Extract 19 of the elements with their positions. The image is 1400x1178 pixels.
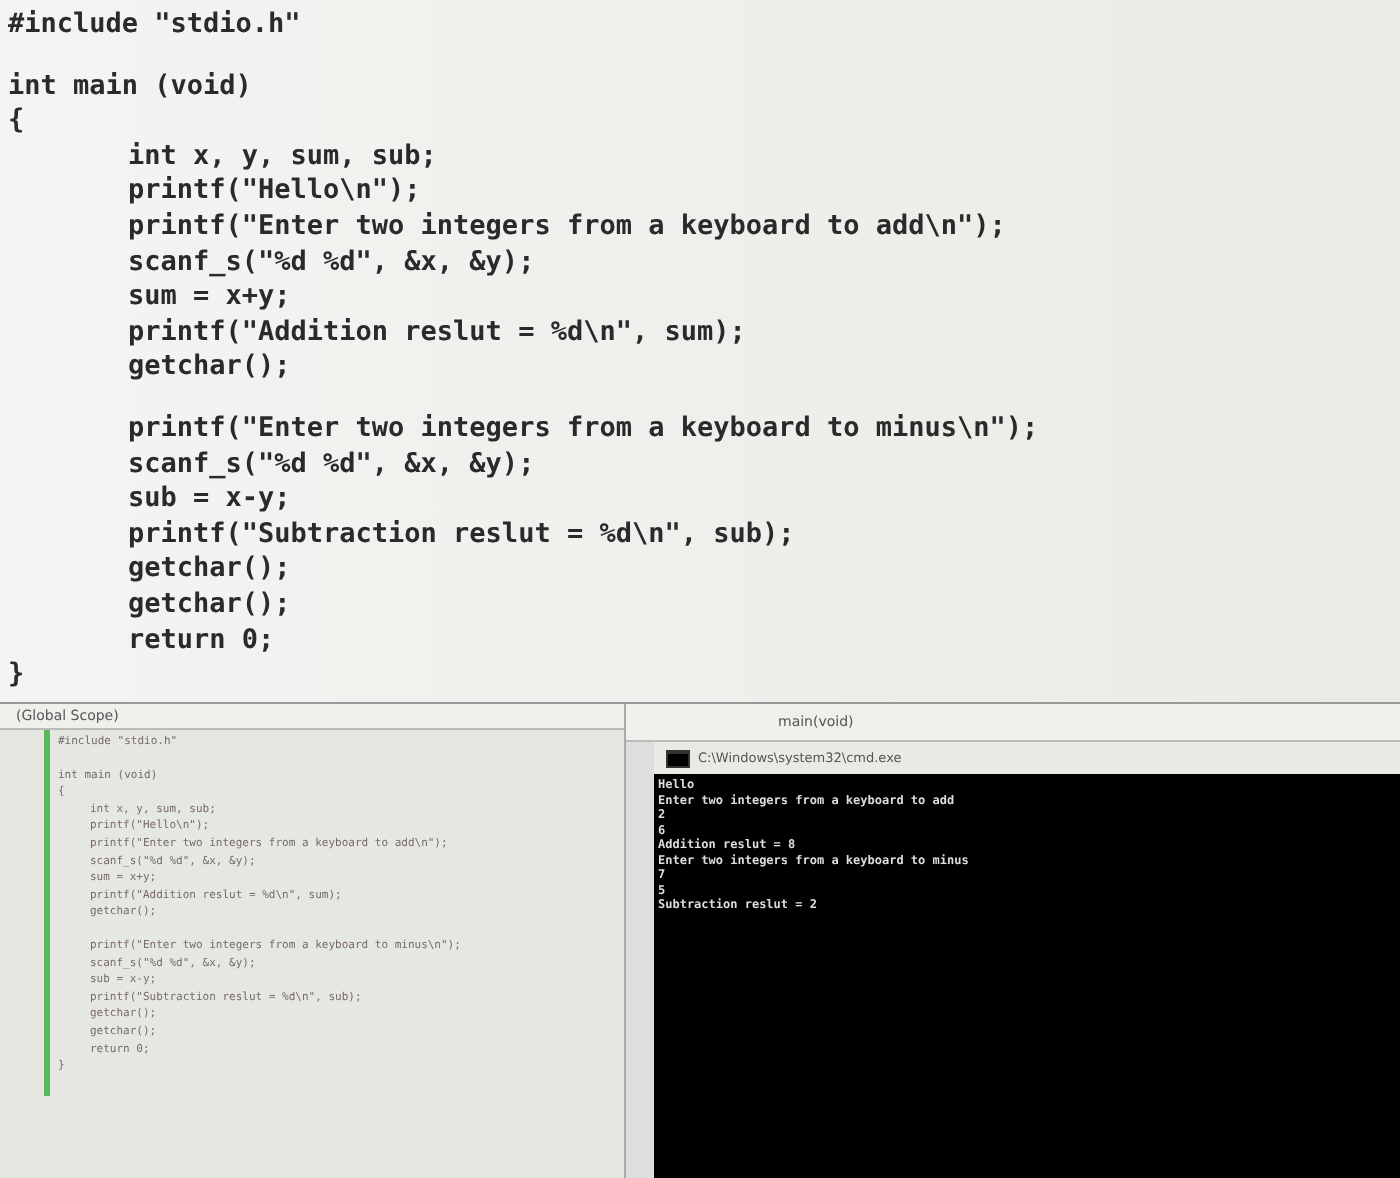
code-line: printf("Addition reslut = %d\n", sum); [126,315,748,351]
code-line: scanf_s("%d %d", &x, &y); [126,447,537,483]
code-line: printf("Enter two integers from a keyboard to add\n"); [126,209,1008,246]
code-line: printf("Subtraction reslut = %d\n", sub); [126,517,797,553]
code-line: getchar(); [126,350,293,386]
code-line: #include "stdio.h" [8,8,303,44]
console-icon [666,749,690,767]
code-line: sub = x-y; [126,482,293,518]
code-line: return 0; [126,623,277,659]
code-line: printf("Enter two integers from a keyboard to minus\n"); [126,411,1041,448]
code-line: scanf_s("%d %d", &x, &y); [126,245,537,281]
code-line: sum = x+y; [126,280,293,316]
code-line: getchar(); [126,552,293,588]
code-line: { [8,104,27,140]
code-line: } [8,658,27,694]
code-line: int main (void) [8,69,254,105]
code-line: int x, y, sum, sub; [126,139,439,175]
code-line: getchar(); [126,587,293,623]
code-line: printf("Hello\n"); [126,174,423,210]
